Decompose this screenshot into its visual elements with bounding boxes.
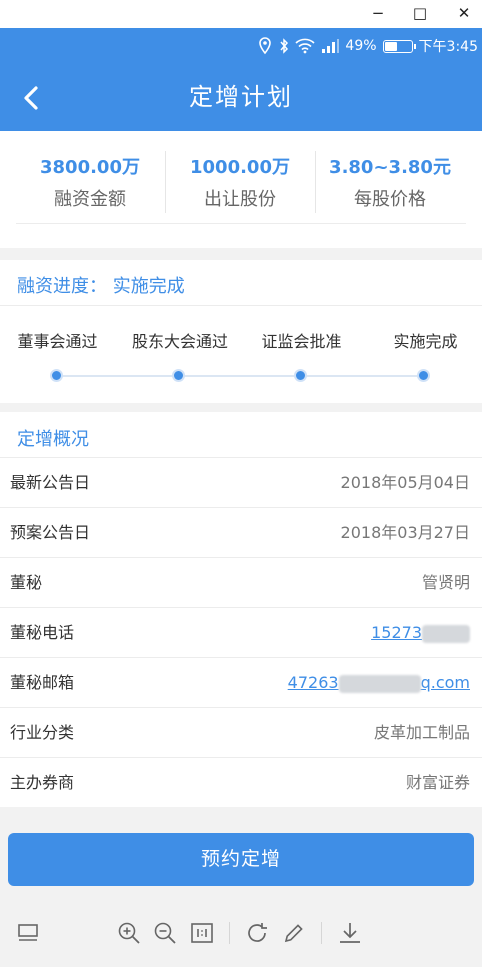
divider [0, 305, 482, 306]
location-icon [259, 37, 272, 55]
window-title-bar: − □ ✕ [0, 0, 482, 28]
row-plan-announcement: 预案公告日 2018年03月27日 [0, 508, 482, 558]
progress-title: 融资进度： 实施完成 [17, 276, 185, 297]
minimize-button[interactable]: − [358, 0, 398, 28]
stat-shares-offered: 1000.00万 出让股份 [160, 131, 320, 211]
email-visible-end: q.com [420, 673, 470, 692]
maximize-button[interactable]: □ [400, 0, 440, 28]
page-title: 定增计划 [189, 83, 293, 111]
row-secretary-phone: 董秘电话 15273 [0, 608, 482, 658]
rotate-icon[interactable] [244, 920, 270, 946]
phone-visible-part: 15273 [371, 623, 422, 642]
redaction-blur [422, 624, 470, 643]
redaction-blur [338, 674, 421, 693]
email-visible-start: 47263 [287, 673, 339, 692]
row-label: 最新公告日 [10, 473, 91, 492]
stat-price-per-share: 3.80~3.80元 每股价格 [310, 131, 470, 211]
nav-bar: 定增计划 [0, 64, 482, 131]
stat-financing-amount: 3800.00万 融资金额 [10, 131, 170, 211]
divider [16, 223, 466, 224]
overview-title: 定增概况 [17, 429, 89, 450]
stat-label: 融资金额 [54, 189, 126, 210]
progress-track [57, 375, 424, 377]
step-dot [294, 369, 307, 382]
close-button[interactable]: ✕ [444, 0, 482, 28]
bluetooth-icon [280, 38, 289, 54]
row-label: 主办券商 [10, 773, 75, 792]
thumbnail-view-icon[interactable] [15, 920, 41, 946]
zoom-in-icon[interactable] [116, 920, 142, 946]
battery-icon [382, 39, 416, 53]
row-value: 皮革加工制品 [373, 723, 470, 742]
zoom-out-icon[interactable] [152, 920, 178, 946]
row-lead-broker: 主办券商 财富证券 [0, 758, 482, 808]
row-secretary-email: 董秘邮箱 47263 q.com [0, 658, 482, 708]
toolbar-divider [229, 922, 230, 944]
row-label: 预案公告日 [10, 523, 91, 542]
step-csrc-approved: 证监会批准 [261, 332, 342, 351]
financing-progress: 融资进度： 实施完成 董事会通过 股东大会通过 证监会批准 实施完成 [0, 260, 482, 403]
step-completed: 实施完成 [393, 332, 458, 351]
step-dot [172, 369, 185, 382]
battery-level [384, 41, 398, 51]
reserve-placement-button[interactable]: 预约定增 [8, 833, 474, 886]
edit-pencil-icon[interactable] [281, 920, 307, 946]
stat-value: 3.80~3.80元 [329, 157, 451, 178]
step-shareholders-approved: 股东大会通过 [131, 332, 228, 351]
financing-summary: 3800.00万 融资金额 1000.00万 出让股份 3.80~3.80元 每… [0, 131, 482, 248]
row-label: 行业分类 [10, 723, 75, 742]
row-board-secretary: 董秘 管贤明 [0, 558, 482, 608]
row-latest-announcement: 最新公告日 2018年05月04日 [0, 458, 482, 508]
secretary-phone-link[interactable]: 15273 [371, 608, 470, 658]
download-icon[interactable] [337, 920, 363, 946]
secretary-email-link[interactable]: 47263 q.com [288, 658, 470, 708]
viewer-toolbar [0, 900, 482, 967]
row-label: 董秘 [10, 573, 43, 592]
status-bar: 49% 下午3:45 [0, 28, 482, 64]
row-label: 董秘邮箱 [10, 673, 75, 692]
wifi-icon [295, 38, 315, 54]
signal-icon [322, 39, 340, 53]
row-value: 2018年05月04日 [340, 473, 470, 492]
stat-label: 出让股份 [204, 189, 276, 210]
actual-size-icon[interactable] [189, 920, 215, 946]
stat-label: 每股价格 [354, 189, 426, 210]
stat-value: 3800.00万 [40, 157, 140, 178]
row-industry: 行业分类 皮革加工制品 [0, 708, 482, 758]
battery-percent: 49% [345, 38, 377, 54]
step-dot [50, 369, 63, 382]
row-label: 董秘电话 [10, 623, 75, 642]
clock: 下午3:45 [418, 39, 478, 55]
row-value: 财富证券 [405, 773, 470, 792]
placement-overview: 定增概况 最新公告日 2018年05月04日 预案公告日 2018年03月27日… [0, 412, 482, 807]
row-value: 管贤明 [421, 573, 470, 592]
row-value: 2018年03月27日 [340, 523, 470, 542]
toolbar-divider [321, 922, 322, 944]
step-board-approved: 董事会通过 [17, 332, 98, 351]
step-dot [417, 369, 430, 382]
stat-value: 1000.00万 [190, 157, 290, 178]
